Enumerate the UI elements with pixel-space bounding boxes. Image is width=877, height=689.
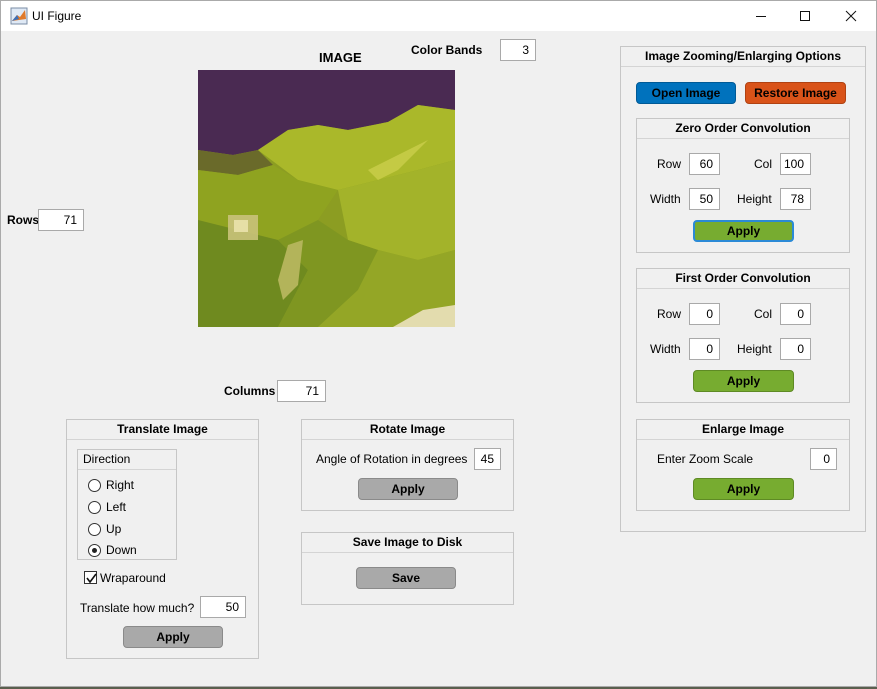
columns-label: Columns [224,384,276,398]
zero-height-label: Height [737,192,772,206]
first-order-apply-button[interactable]: Apply [693,370,794,392]
enlarge-image-panel: Enlarge Image Enter Zoom Scale 0 Apply [636,419,850,511]
first-row-label: Row [657,307,682,321]
open-image-button[interactable]: Open Image [636,82,736,104]
save-button[interactable]: Save [356,567,456,589]
radio-label: Right [106,478,135,492]
enlarge-apply-button[interactable]: Apply [693,478,794,500]
zoom-options-panel: Image Zooming/Enlarging Options Open Ima… [620,46,866,532]
first-order-title: First Order Convolution [637,269,849,289]
save-panel-title: Save Image to Disk [302,533,513,553]
zoom-panel-title: Image Zooming/Enlarging Options [621,47,865,67]
radio-down[interactable]: Down [88,541,137,559]
checkmark-icon [86,573,97,584]
first-height-field[interactable]: 0 [780,338,811,360]
zero-width-label: Width [650,192,681,206]
translate-amount-label: Translate how much? [80,601,195,615]
zero-height-field[interactable]: 78 [780,188,811,210]
radio-button-selected[interactable] [88,543,101,557]
color-bands-field[interactable]: 3 [500,39,536,61]
translate-panel-title: Translate Image [67,420,258,440]
wraparound-label: Wraparound [100,571,166,585]
direction-group: Direction Right Left Up Down [77,449,177,560]
first-col-field[interactable]: 0 [780,303,811,325]
zero-width-field[interactable]: 50 [689,188,720,210]
rows-label: Rows [7,213,40,227]
rotation-angle-label: Angle of Rotation in degrees [316,452,468,466]
enlarge-title: Enlarge Image [637,420,849,440]
radio-button[interactable] [88,522,101,536]
zero-order-apply-button[interactable]: Apply [693,220,794,242]
first-width-field[interactable]: 0 [689,338,720,360]
zero-col-field[interactable]: 100 [780,153,811,175]
rotate-panel-title: Rotate Image [302,420,513,440]
radio-left[interactable]: Left [88,498,126,516]
rotation-angle-field[interactable]: 45 [474,448,501,470]
zero-order-panel: Zero Order Convolution Row 60 Col 100 Wi… [636,118,850,253]
matlab-icon [10,7,28,25]
minimize-icon[interactable] [738,1,784,31]
rotate-apply-button[interactable]: Apply [358,478,458,500]
first-height-label: Height [737,342,772,356]
first-order-panel: First Order Convolution Row 0 Col 0 Widt… [636,268,850,403]
zero-order-title: Zero Order Convolution [637,119,849,139]
radio-button[interactable] [88,500,101,514]
zoom-scale-field[interactable]: 0 [810,448,837,470]
zoom-scale-label: Enter Zoom Scale [657,452,754,466]
columns-field[interactable]: 71 [277,380,326,402]
translate-image-panel: Translate Image Direction Right Left Up … [66,419,259,659]
first-width-label: Width [650,342,681,356]
zero-row-field[interactable]: 60 [689,153,720,175]
direction-title: Direction [78,450,176,470]
restore-image-button[interactable]: Restore Image [745,82,846,104]
first-col-label: Col [754,307,773,321]
translate-apply-button[interactable]: Apply [123,626,223,648]
rows-field[interactable]: 71 [38,209,84,231]
color-bands-label: Color Bands [411,43,483,57]
ui-figure-window: UI Figure IMAGE Color Bands 3 Rows 71 Co… [0,0,877,687]
rotate-image-panel: Rotate Image Angle of Rotation in degree… [301,419,514,511]
radio-button[interactable] [88,478,101,492]
radio-up[interactable]: Up [88,520,121,538]
zero-col-label: Col [754,157,773,171]
radio-label: Left [106,500,127,514]
close-icon[interactable] [828,1,874,31]
maximize-icon[interactable] [782,1,828,31]
save-image-panel: Save Image to Disk Save [301,532,514,605]
wraparound-checkbox[interactable] [84,571,97,584]
title-bar: UI Figure [1,1,876,31]
image-title: IMAGE [319,50,362,65]
zero-row-label: Row [657,157,682,171]
radio-label: Down [106,543,137,557]
radio-right[interactable]: Right [88,476,134,494]
radio-label: Up [106,522,122,536]
window-title: UI Figure [32,9,82,23]
translate-amount-field[interactable]: 50 [200,596,246,618]
first-row-field[interactable]: 0 [689,303,720,325]
image-display [198,70,455,327]
